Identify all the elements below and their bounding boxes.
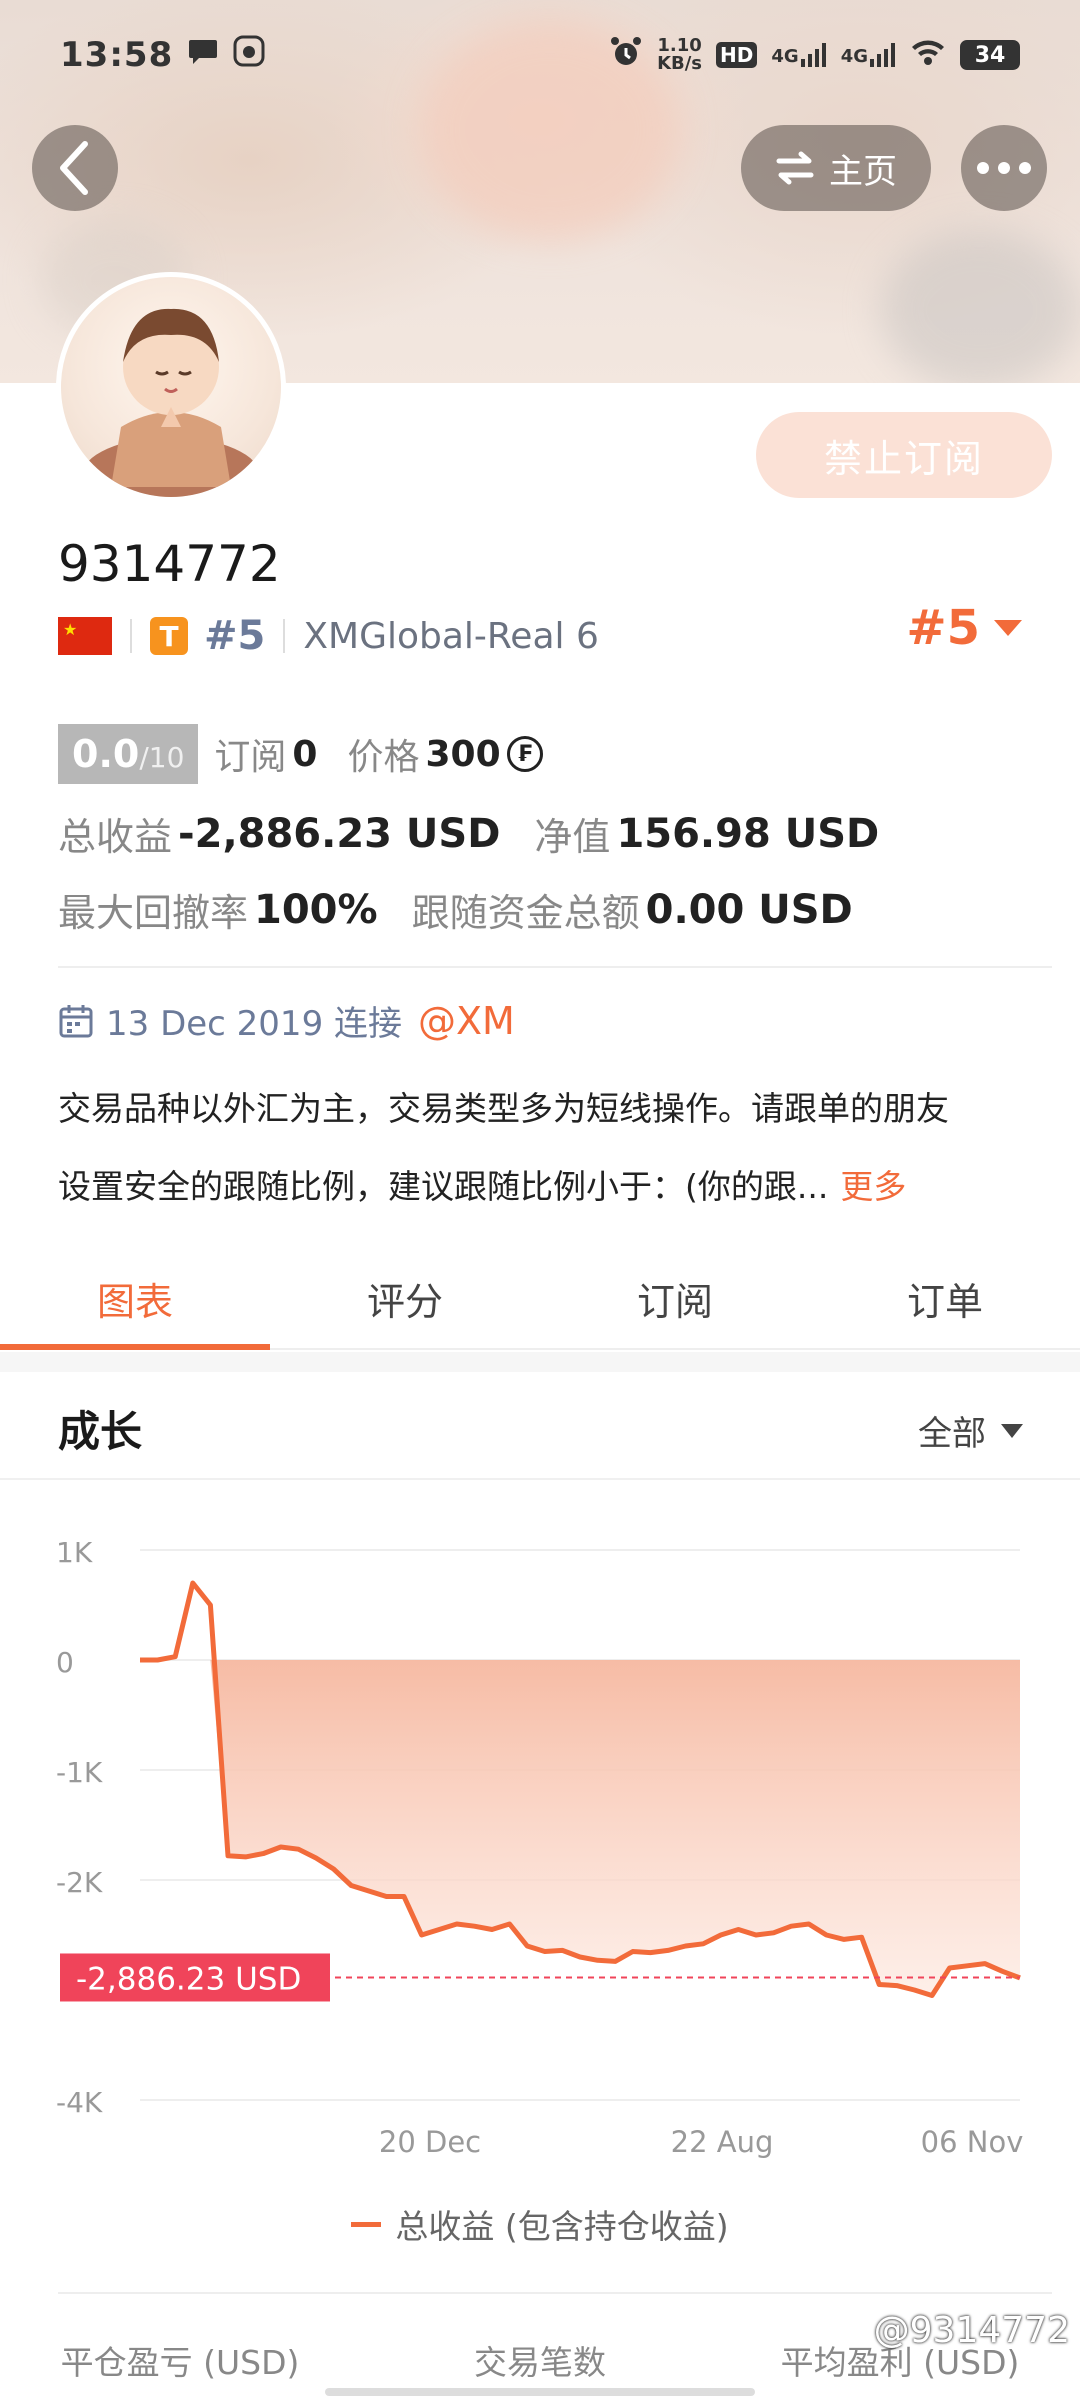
caret-down-icon <box>1001 1423 1023 1438</box>
status-time: 13:58 <box>60 35 174 75</box>
description-line: 设置安全的跟随比例，建议跟随比例小于：(你的跟... <box>58 1167 829 1206</box>
connect-date: 13 Dec 2019 连接 <box>106 1004 403 1044</box>
more-link[interactable]: 更多 <box>840 1167 906 1206</box>
total-profit-value: -2,886.23 USD <box>178 810 501 857</box>
follow-funds-label: 跟随资金总额 <box>411 891 640 935</box>
battery-indicator: 34 <box>960 40 1020 70</box>
watermark: @9314772 <box>873 2310 1070 2351</box>
drawdown-row: 最大回撤率 100% 跟随资金总额 0.00 USD <box>58 882 887 937</box>
x-tick-label: 20 Dec <box>379 2125 481 2159</box>
back-button[interactable] <box>32 125 118 211</box>
trade-count-label: 交易笔数 <box>474 2343 606 2382</box>
flag-star: ★ <box>63 620 78 639</box>
username: 9314772 <box>58 535 281 593</box>
growth-chart-svg: 1K 0 -1K -2K -4K -2,886.23 USD 20 Dec 22 Aug 06… <box>56 1536 1024 2159</box>
home-indicator[interactable] <box>325 2388 755 2396</box>
status-bar: 13:58 1.10 KB/s HD 4G 4G 34 <box>0 0 1080 110</box>
swap-arrows-icon <box>776 151 814 185</box>
tab-subscription[interactable]: 订阅 <box>540 1248 810 1348</box>
legend-label: 总收益 (包含持仓收益) <box>395 2207 729 2246</box>
server-name: XMGlobal-Real 6 <box>303 615 599 657</box>
y-tick-label: -4K <box>56 2086 103 2119</box>
tab-chart[interactable]: 图表 <box>0 1248 270 1350</box>
trader-description: 交易品种以外汇为主，交易类型多为短线操作。请跟单的朋友 设置安全的跟随比例，建议… <box>58 1070 1048 1226</box>
divider <box>130 619 132 653</box>
china-flag-icon: ★ <box>58 617 112 655</box>
signal-bars-icon <box>870 43 895 67</box>
net-value-label: 净值 <box>534 815 611 859</box>
coin-icon: ₣ <box>506 736 543 772</box>
range-select[interactable]: 全部 <box>918 1406 1024 1455</box>
message-icon <box>187 35 219 75</box>
x-tick-label: 06 Nov <box>921 2125 1024 2159</box>
hd-badge: HD <box>716 42 758 68</box>
wifi-icon <box>910 38 946 72</box>
range-label: 全部 <box>918 1414 986 1454</box>
net-value-value: 156.98 USD <box>616 810 880 857</box>
more-button[interactable] <box>961 125 1047 211</box>
rank-dropdown[interactable]: #5 <box>906 600 1024 656</box>
net-speed: 1.10 KB/s <box>657 37 702 73</box>
growth-title: 成长 <box>58 1407 143 1456</box>
divider <box>283 619 286 653</box>
tier-badge: T <box>150 617 188 655</box>
series-area <box>140 1660 1020 1996</box>
signal-label: 4G <box>771 46 799 67</box>
score-row: 0.0 /10 订阅 0 价格 300 ₣ <box>58 724 543 784</box>
legend-swatch <box>351 2221 382 2227</box>
chevron-left-icon <box>60 141 88 195</box>
description-line: 交易品种以外汇为主，交易类型多为短线操作。请跟单的朋友 <box>58 1089 949 1128</box>
section-gap <box>0 1352 1080 1372</box>
closed-pnl-label: 平仓盈亏 (USD) <box>60 2343 300 2382</box>
signal-4g-1: 4G <box>771 43 826 67</box>
tab-bar: 图表 评分 订阅 订单 <box>0 1248 1080 1350</box>
score-value: 0.0 <box>72 732 140 776</box>
home-button[interactable]: 主页 <box>741 125 931 211</box>
description-line-2: 设置安全的跟随比例，建议跟随比例小于：(你的跟... 更多 <box>58 1148 1048 1226</box>
profit-row: 总收益 -2,886.23 USD 净值 156.98 USD <box>58 806 913 861</box>
section-divider <box>58 2292 1052 2294</box>
growth-chart: 1K 0 -1K -2K -4K -2,886.23 USD 20 Dec 22 Aug 06… <box>0 1500 1080 2180</box>
tab-orders[interactable]: 订单 <box>810 1248 1080 1348</box>
max-drawdown-value: 100% <box>254 886 378 933</box>
home-label: 主页 <box>829 151 897 192</box>
connect-row: 13 Dec 2019 连接 @XM <box>58 996 515 1045</box>
signal-label: 4G <box>840 46 868 67</box>
section-divider <box>58 966 1052 968</box>
net-speed-unit: KB/s <box>657 53 703 74</box>
caret-down-icon <box>994 620 1022 636</box>
x-tick-label: 22 Aug <box>671 2125 774 2159</box>
subscribe-value: 0 <box>292 733 318 775</box>
alarm-icon <box>609 35 643 75</box>
calendar-icon <box>59 1004 93 1037</box>
y-tick-label: 0 <box>56 1646 74 1679</box>
total-profit-label: 总收益 <box>58 815 173 859</box>
avatar[interactable] <box>56 272 286 502</box>
y-tick-label: 1K <box>56 1536 93 1569</box>
broker-link[interactable]: @XM <box>418 999 515 1043</box>
max-drawdown-label: 最大回撤率 <box>58 891 249 935</box>
price-value: 300 <box>425 733 501 775</box>
app-notification-icon <box>233 35 265 76</box>
more-dots-icon <box>977 162 1031 174</box>
tab-rating[interactable]: 评分 <box>270 1248 540 1348</box>
signal-4g-2: 4G <box>841 43 896 67</box>
price-label: 价格 <box>347 737 420 778</box>
banner-blur <box>880 230 1080 385</box>
avatar-illustration <box>81 308 261 497</box>
trader-meta-row: ★ T #5 XMGlobal-Real 6 <box>58 608 599 664</box>
y-tick-label: -2K <box>56 1866 103 1899</box>
current-value-label: -2,886.23 USD <box>76 1961 301 1997</box>
subscribe-label: 订阅 <box>214 737 287 778</box>
score-max: /10 <box>139 740 185 774</box>
score-badge: 0.0 /10 <box>58 724 199 784</box>
disable-subscription-button[interactable]: 禁止订阅 <box>756 412 1052 498</box>
signal-bars-icon <box>800 43 826 67</box>
rank-small: #5 <box>204 613 266 659</box>
growth-header: 成长 全部 <box>0 1372 1080 1480</box>
y-tick-label: -1K <box>56 1756 103 1789</box>
chart-legend: 总收益 (包含持仓收益) <box>0 2200 1080 2248</box>
rank-big-label: #5 <box>906 600 980 656</box>
follow-funds-value: 0.00 USD <box>645 886 853 933</box>
